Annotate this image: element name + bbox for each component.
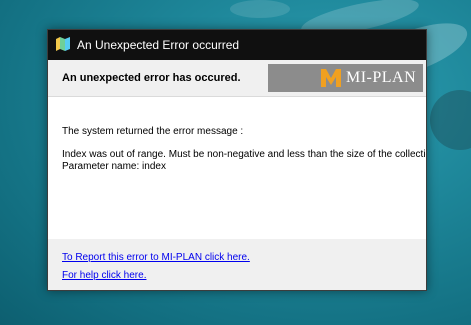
window-title: An Unexpected Error occurred [77, 38, 240, 52]
help-link[interactable]: For help click here. [62, 270, 146, 281]
wallpaper-wave [230, 0, 290, 18]
logo-text: MI-PLAN [346, 69, 417, 86]
dialog-footer: To Report this error to MI-PLAN click he… [48, 239, 426, 290]
error-intro: The system returned the error message : [62, 126, 244, 137]
report-error-link[interactable]: To Report this error to MI-PLAN click he… [62, 252, 250, 263]
mi-plan-logo: MI-PLAN [268, 64, 423, 92]
error-message-line: Index was out of range. Must be non-nega… [62, 149, 426, 160]
error-heading: An unexpected error has occured. [62, 72, 241, 84]
map-icon [56, 37, 70, 51]
error-dialog: An Unexpected Error occurred An unexpect… [47, 29, 427, 291]
dialog-header: An unexpected error has occured. MI-PLAN [48, 60, 426, 97]
error-body: The system returned the error message : … [48, 97, 426, 239]
title-bar[interactable]: An Unexpected Error occurred [48, 30, 426, 60]
error-message: Index was out of range. Must be non-nega… [62, 149, 426, 173]
error-message-line: Parameter name: index [62, 161, 166, 172]
m-logo-icon [320, 68, 342, 88]
wallpaper-shadow [430, 90, 471, 150]
